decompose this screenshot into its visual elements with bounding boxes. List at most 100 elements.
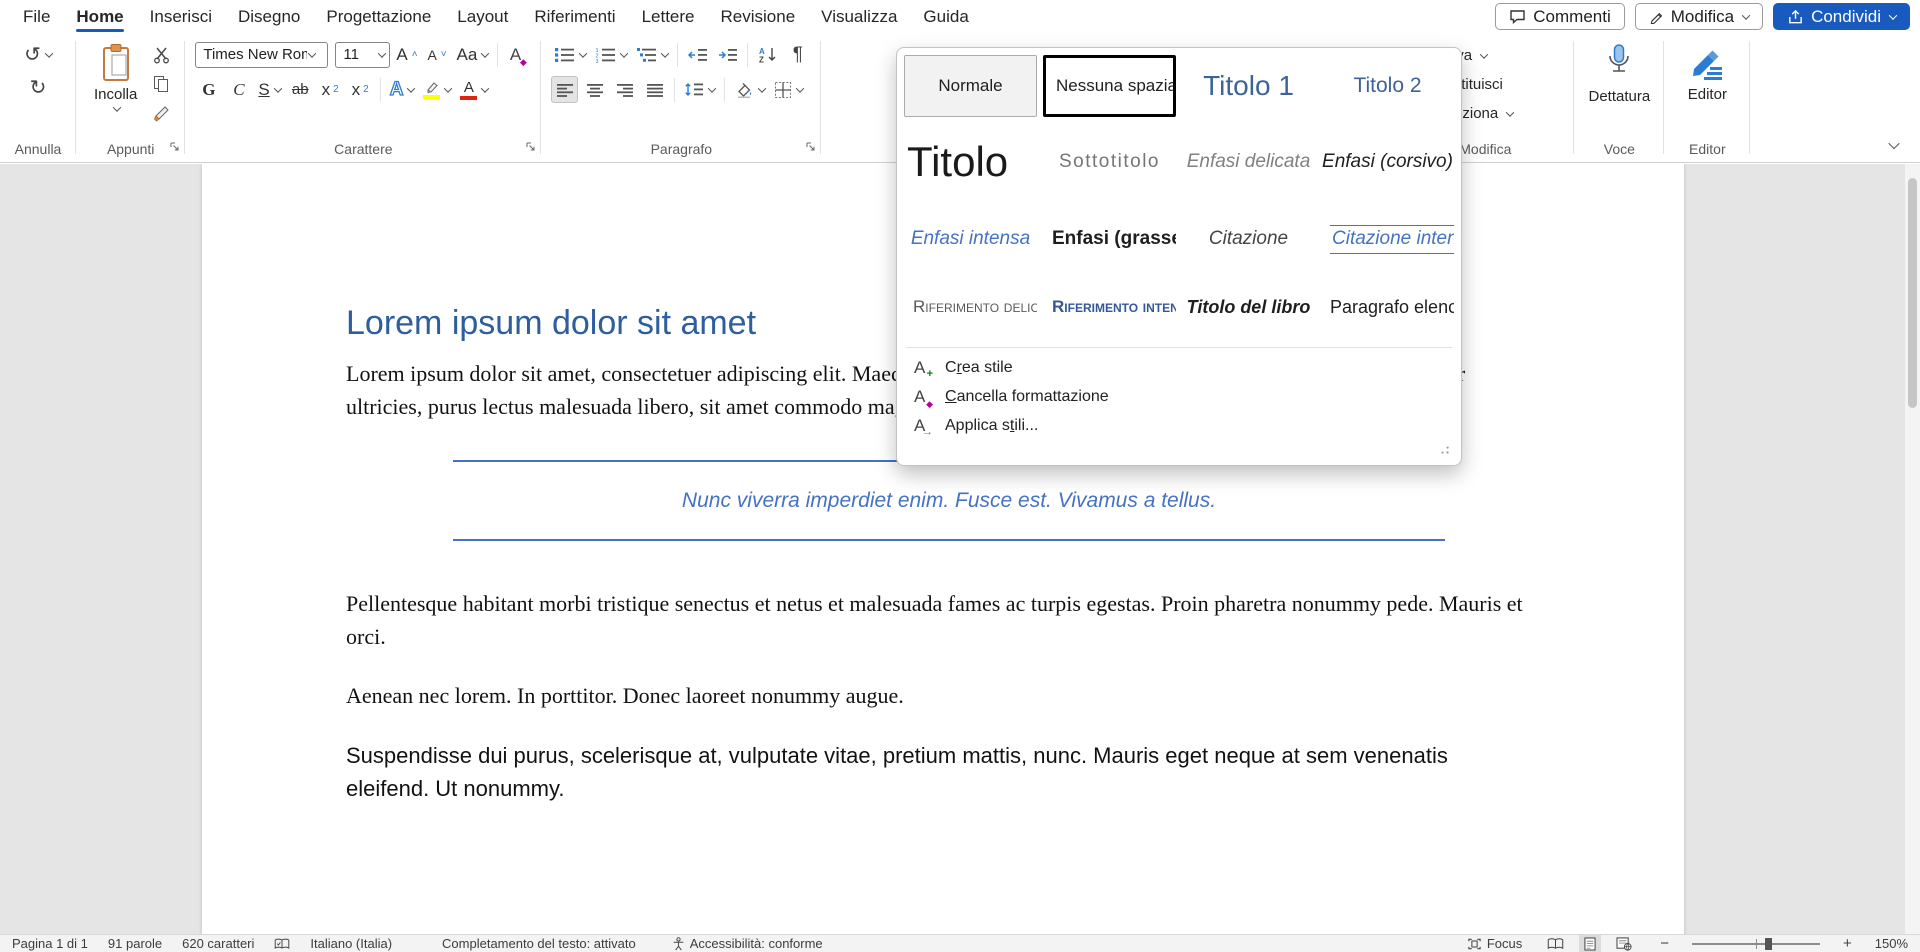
document-paragraph-3[interactable]: Aenean nec lorem. In porttitor. Donec la… bbox=[346, 679, 1525, 712]
vertical-scrollbar[interactable] bbox=[1905, 164, 1920, 934]
tab-home[interactable]: Home bbox=[63, 1, 136, 33]
page-indicator[interactable]: Pagina 1 di 1 bbox=[12, 936, 88, 951]
style-paragrafo-elenco[interactable]: Paragrafo elenco bbox=[1321, 276, 1454, 338]
scrollbar-thumb[interactable] bbox=[1908, 178, 1917, 408]
multilevel-list-button[interactable] bbox=[633, 41, 671, 68]
increase-indent-button[interactable] bbox=[714, 41, 741, 68]
subscript-button[interactable]: x2 bbox=[317, 76, 344, 103]
paste-button[interactable]: Incolla bbox=[86, 41, 145, 114]
style-titolo-2[interactable]: Titolo 2 bbox=[1321, 55, 1454, 117]
shrink-font-button[interactable]: A˅ bbox=[424, 41, 451, 68]
paragrafo-dialog-launcher[interactable] bbox=[805, 139, 816, 157]
accessibility-status[interactable]: Accessibilità: conforme bbox=[672, 936, 823, 951]
decrease-indent-button[interactable] bbox=[684, 41, 711, 68]
tab-lettere[interactable]: Lettere bbox=[629, 1, 708, 33]
editing-mode-button[interactable]: Modifica bbox=[1635, 3, 1763, 30]
align-right-button[interactable] bbox=[611, 76, 638, 103]
style-enfasi-delicata[interactable]: Enfasi delicata bbox=[1182, 122, 1315, 202]
zoom-in-button[interactable]: + bbox=[1840, 935, 1855, 952]
bold-button[interactable]: G bbox=[195, 76, 222, 103]
grow-font-button[interactable]: A˄ bbox=[393, 41, 420, 68]
change-case-button[interactable]: Aa bbox=[454, 41, 492, 68]
zoom-percentage[interactable]: 150% bbox=[1875, 936, 1908, 951]
editor-button[interactable]: Editor bbox=[1680, 41, 1735, 105]
style-nessuna-spaziatura[interactable]: Nessuna spaziatura bbox=[1043, 55, 1176, 117]
zoom-out-button[interactable]: − bbox=[1657, 935, 1672, 952]
read-mode-button[interactable] bbox=[1542, 935, 1569, 952]
bullet-list-button[interactable] bbox=[551, 41, 589, 68]
appunti-dialog-launcher[interactable] bbox=[169, 139, 180, 157]
show-formatting-button[interactable]: ¶ bbox=[784, 41, 811, 68]
focus-mode-button[interactable]: Focus bbox=[1467, 936, 1522, 951]
proofing-status[interactable] bbox=[274, 937, 290, 951]
style-citazione-intensa[interactable]: Citazione intensa bbox=[1321, 207, 1454, 271]
superscript-button[interactable]: x2 bbox=[347, 76, 374, 103]
style-normale[interactable]: Normale bbox=[904, 55, 1037, 117]
align-left-button[interactable] bbox=[551, 76, 578, 103]
apply-styles-menu-item[interactable]: A→ Applica stili... bbox=[904, 411, 1454, 440]
zoom-slider-thumb[interactable] bbox=[1765, 938, 1772, 950]
style-enfasi-corsivo[interactable]: Enfasi (corsivo) bbox=[1321, 122, 1454, 202]
undo-button[interactable]: ↺ bbox=[10, 41, 66, 68]
highlight-color-button[interactable] bbox=[420, 76, 454, 103]
justify-button[interactable] bbox=[641, 76, 668, 103]
clear-formatting-menu-item[interactable]: A◆ Cancella formattazione bbox=[904, 382, 1454, 411]
style-enfasi-grassetto[interactable]: Enfasi (grassetto) bbox=[1043, 207, 1176, 271]
style-riferimento-delicato[interactable]: Riferimento delicato bbox=[904, 276, 1037, 338]
align-center-button[interactable] bbox=[581, 76, 608, 103]
share-button[interactable]: Condividi bbox=[1773, 3, 1910, 30]
group-appunti: Incolla bbox=[76, 33, 185, 162]
numbered-list-button[interactable]: 123 bbox=[592, 41, 630, 68]
tab-layout[interactable]: Layout bbox=[444, 1, 521, 33]
panel-resize-grip[interactable] bbox=[1439, 444, 1450, 455]
shading-button[interactable] bbox=[731, 76, 768, 103]
carattere-dialog-launcher[interactable] bbox=[525, 139, 536, 157]
font-name-combobox[interactable]: Times New Roman bbox=[195, 42, 328, 68]
redo-button[interactable]: ↻ bbox=[10, 74, 66, 101]
sort-button[interactable]: AZ bbox=[754, 41, 781, 68]
italic-button[interactable]: C bbox=[225, 76, 252, 103]
style-titolo-1[interactable]: Titolo 1 bbox=[1182, 55, 1315, 117]
intense-quote-block[interactable]: Nunc viverra imperdiet enim. Fusce est. … bbox=[453, 460, 1445, 541]
tab-progettazione[interactable]: Progettazione bbox=[313, 1, 444, 33]
font-size-combobox[interactable]: 11 bbox=[335, 42, 390, 68]
word-count[interactable]: 91 parole bbox=[108, 936, 162, 951]
text-effects-button[interactable]: A bbox=[387, 76, 418, 103]
document-paragraph-4[interactable]: Suspendisse dui purus, scelerisque at, v… bbox=[346, 739, 1525, 805]
style-sottotitolo[interactable]: Sottotitolo bbox=[1043, 122, 1176, 202]
collapse-ribbon-button[interactable] bbox=[1888, 136, 1898, 154]
zoom-slider[interactable] bbox=[1692, 943, 1820, 945]
strikethrough-button[interactable]: ab bbox=[287, 76, 314, 103]
font-color-button[interactable]: A bbox=[457, 76, 491, 103]
style-titolo[interactable]: Titolo bbox=[904, 122, 1037, 202]
tab-guida[interactable]: Guida bbox=[910, 1, 981, 33]
text-completion-status[interactable]: Completamento del testo: attivato bbox=[442, 936, 636, 951]
document-paragraph-2[interactable]: Pellentesque habitant morbi tristique se… bbox=[346, 587, 1525, 653]
tab-file[interactable]: File bbox=[10, 1, 63, 33]
style-titolo-del-libro[interactable]: Titolo del libro bbox=[1182, 276, 1315, 338]
copy-button[interactable] bbox=[148, 70, 175, 97]
style-riferimento-intenso[interactable]: Riferimento intenso bbox=[1043, 276, 1176, 338]
clear-formatting-button[interactable]: A ◆ bbox=[504, 41, 531, 68]
chevron-down-icon bbox=[661, 49, 669, 57]
language-indicator[interactable]: Italiano (Italia) bbox=[310, 936, 392, 951]
comments-button[interactable]: Commenti bbox=[1495, 3, 1624, 30]
web-layout-icon bbox=[1616, 937, 1632, 951]
underline-button[interactable]: S bbox=[255, 76, 283, 103]
tab-disegno[interactable]: Disegno bbox=[225, 1, 313, 33]
character-count[interactable]: 620 caratteri bbox=[182, 936, 254, 951]
print-layout-button[interactable] bbox=[1579, 935, 1601, 952]
line-spacing-button[interactable] bbox=[681, 76, 718, 103]
dictate-button[interactable]: Dettatura bbox=[1581, 41, 1659, 107]
tab-riferimenti[interactable]: Riferimenti bbox=[521, 1, 628, 33]
tab-inserisci[interactable]: Inserisci bbox=[137, 1, 225, 33]
borders-button[interactable] bbox=[771, 76, 806, 103]
tab-revisione[interactable]: Revisione bbox=[708, 1, 809, 33]
tab-visualizza[interactable]: Visualizza bbox=[808, 1, 910, 33]
format-painter-button[interactable] bbox=[148, 99, 175, 126]
style-enfasi-intensa[interactable]: Enfasi intensa bbox=[904, 207, 1037, 271]
cut-button[interactable] bbox=[148, 41, 175, 68]
web-layout-button[interactable] bbox=[1611, 935, 1637, 952]
create-style-menu-item[interactable]: A+ Crea stile bbox=[904, 353, 1454, 382]
style-citazione[interactable]: Citazione bbox=[1182, 207, 1315, 271]
